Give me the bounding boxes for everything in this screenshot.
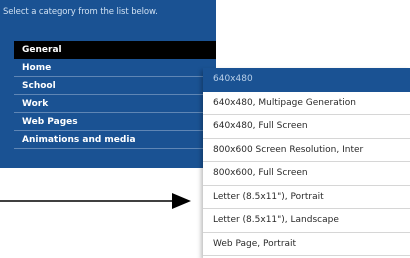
- dropdown-item-800x600-screen-resolution[interactable]: 800x600 Screen Resolution, Inter: [203, 139, 410, 162]
- category-prompt: Select a category from the list below.: [3, 7, 158, 17]
- dropdown-item-640x480[interactable]: 640x480: [203, 68, 410, 92]
- arrow-right-icon: [0, 193, 191, 209]
- category-item-web-pages[interactable]: Web Pages: [14, 113, 216, 131]
- category-item-general[interactable]: General: [14, 41, 216, 59]
- dropdown-item-800x600-full-screen[interactable]: 800x600, Full Screen: [203, 162, 410, 186]
- category-panel: Select a category from the list below. G…: [0, 0, 216, 168]
- category-list: General Home School Work Web Pages Anima…: [14, 41, 216, 149]
- dropdown-item-letter-portrait[interactable]: Letter (8.5x11"), Portrait: [203, 186, 410, 209]
- category-item-work[interactable]: Work: [14, 95, 216, 113]
- dropdown-item-640x480-full-screen[interactable]: 640x480, Full Screen: [203, 115, 410, 139]
- arrow-head: [172, 193, 191, 209]
- template-dropdown-list: 640x480 640x480, Multipage Generation 64…: [203, 68, 410, 258]
- dropdown-item-640x480-multipage[interactable]: 640x480, Multipage Generation: [203, 92, 410, 115]
- category-item-school[interactable]: School: [14, 77, 216, 95]
- dropdown-item-web-page-portrait[interactable]: Web Page, Portrait: [203, 233, 410, 256]
- category-item-animations-and-media[interactable]: Animations and media: [14, 131, 216, 149]
- dropdown-item-letter-landscape[interactable]: Letter (8.5x11"), Landscape: [203, 209, 410, 233]
- category-item-home[interactable]: Home: [14, 59, 216, 77]
